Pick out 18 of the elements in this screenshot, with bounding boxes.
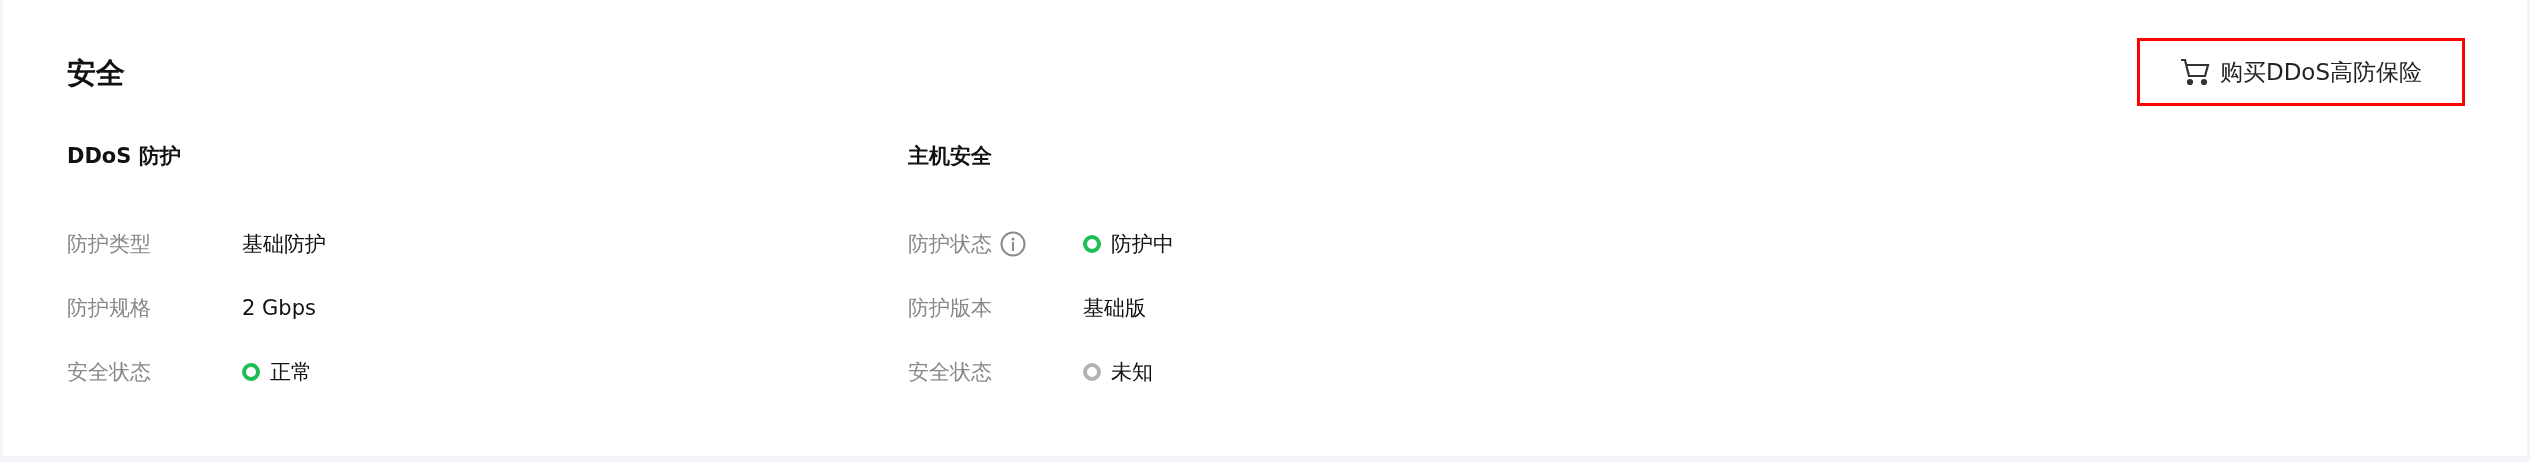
field-label: 防护规格 (67, 295, 151, 322)
status-text: 未知 (1111, 359, 1153, 386)
cart-icon (2179, 58, 2210, 86)
status-text: 正常 (270, 359, 312, 386)
field-value: 基础防护 (242, 231, 326, 258)
buy-ddos-button[interactable]: 购买DDoS高防保险 (2137, 38, 2465, 106)
field-label: 防护状态 (908, 231, 992, 258)
field-label: 防护版本 (908, 295, 992, 322)
page-title: 安全 (67, 55, 125, 92)
field-value: 基础版 (1083, 295, 1146, 322)
field-label: 防护类型 (67, 231, 151, 258)
field-value: 2 Gbps (242, 296, 316, 320)
field-label: 安全状态 (67, 359, 151, 386)
section-title: 主机安全 (908, 143, 993, 170)
status-text: 防护中 (1111, 231, 1174, 258)
info-icon[interactable] (1000, 231, 1026, 257)
field-label: 安全状态 (908, 359, 992, 386)
section-title: DDoS 防护 (67, 143, 182, 170)
